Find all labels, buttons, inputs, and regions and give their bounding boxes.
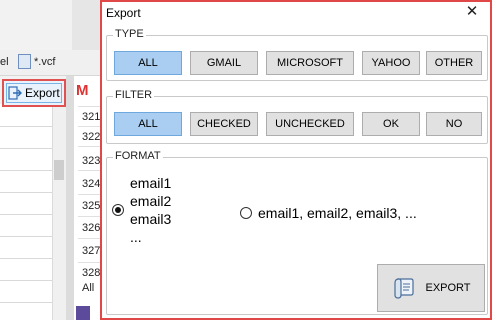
filter-option-no[interactable]: NO xyxy=(426,112,482,136)
filter-option-all[interactable]: ALL xyxy=(114,112,182,136)
list-scrollbar[interactable] xyxy=(52,104,66,320)
vcf-file-icon xyxy=(18,54,31,69)
row-number: 327 xyxy=(82,245,101,257)
toolbar-export-label: Export xyxy=(25,86,60,100)
format-list-line: email3 xyxy=(130,211,172,227)
type-group-label: TYPE xyxy=(113,28,146,40)
format-option-inline[interactable]: email1, email2, email3, ... xyxy=(240,204,417,222)
toolbar-export-button[interactable]: Export xyxy=(2,79,66,107)
row-number: 324 xyxy=(82,178,101,190)
format-list-line: ... xyxy=(130,229,142,245)
row-number: 326 xyxy=(82,222,101,234)
type-option-gmail[interactable]: GMAIL xyxy=(190,51,258,75)
type-option-microsoft[interactable]: MICROSOFT xyxy=(266,51,354,75)
row-number: 323 xyxy=(82,155,101,167)
format-option-list[interactable]: email1 email2 email3 ... xyxy=(112,174,171,246)
row-number: 322 xyxy=(82,131,101,143)
row-number: 328 xyxy=(82,267,101,279)
yahoo-icon xyxy=(76,306,90,320)
type-option-yahoo[interactable]: YAHOO xyxy=(362,51,420,75)
format-list-line: email2 xyxy=(130,193,172,209)
type-option-other[interactable]: OTHER xyxy=(426,51,482,75)
radio-selected-icon[interactable] xyxy=(112,204,124,216)
toolbar-text-fragment: el xyxy=(0,56,9,68)
scrollbar-thumb[interactable] xyxy=(54,160,64,180)
filter-option-checked[interactable]: CHECKED xyxy=(190,112,258,136)
filter-option-ok[interactable]: OK xyxy=(362,112,420,136)
format-inline-preview: email1, email2, email3, ... xyxy=(258,205,417,221)
radio-unselected-icon[interactable] xyxy=(240,207,252,219)
type-option-all[interactable]: ALL xyxy=(114,51,182,75)
panel-splitter[interactable] xyxy=(66,76,74,320)
export-button[interactable]: EXPORT xyxy=(377,264,485,312)
gmail-icon: M xyxy=(76,82,89,99)
format-group: FORMAT email1 email2 email3 ... email1, … xyxy=(106,150,488,315)
format-list-line: email1 xyxy=(130,175,172,191)
all-row-label: All xyxy=(82,282,95,294)
filter-group: FILTER ALL CHECKED UNCHECKED OK NO xyxy=(106,89,488,144)
dialog-title: Export xyxy=(106,6,141,20)
format-group-label: FORMAT xyxy=(113,150,163,162)
row-number: 325 xyxy=(82,200,101,212)
export-dialog: Export ✕ TYPE ALL GMAIL MICROSOFT YAHOO … xyxy=(100,0,492,320)
export-button-label: EXPORT xyxy=(425,282,471,294)
filter-group-label: FILTER xyxy=(113,89,155,101)
filter-option-unchecked[interactable]: UNCHECKED xyxy=(266,112,354,136)
vcf-filter-label[interactable]: *.vcf xyxy=(34,56,55,68)
close-icon[interactable]: ✕ xyxy=(464,4,480,20)
export-scroll-icon xyxy=(394,278,415,299)
row-number: 321 xyxy=(82,111,101,123)
format-list-preview: email1 email2 email3 ... xyxy=(130,174,171,246)
type-group: TYPE ALL GMAIL MICROSOFT YAHOO OTHER xyxy=(106,28,488,81)
export-icon xyxy=(8,86,22,100)
dialog-titlebar[interactable]: Export ✕ xyxy=(102,2,490,24)
